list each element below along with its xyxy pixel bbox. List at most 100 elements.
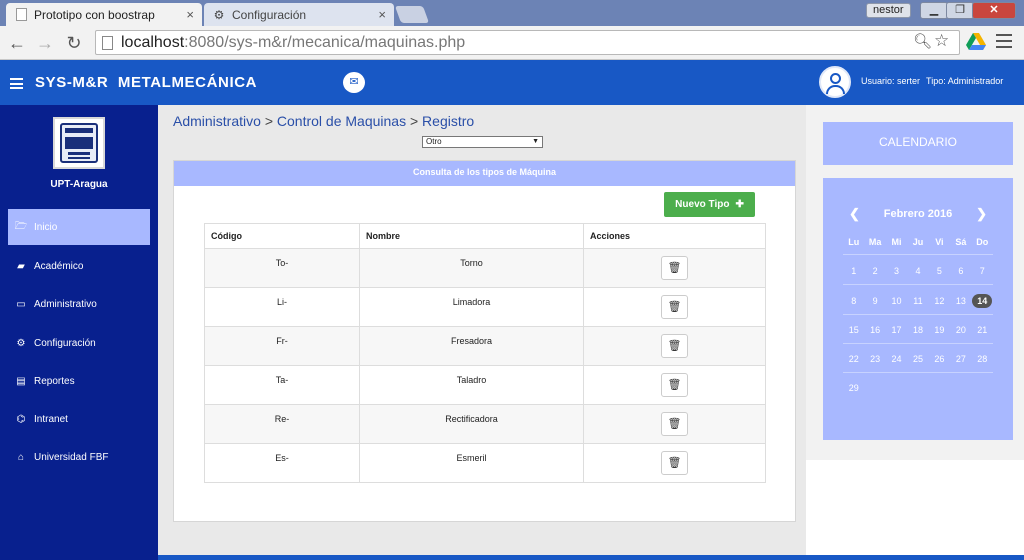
new-tab-button[interactable]	[394, 6, 430, 23]
calendar-day[interactable]: 18	[907, 320, 928, 340]
trash-icon[interactable]: 🗑︎	[661, 412, 688, 436]
calendar-day-today[interactable]: 14	[972, 291, 993, 311]
calendar-week: 15 16 17 18 19 20 21	[843, 320, 993, 340]
google-drive-icon[interactable]	[966, 33, 986, 51]
calendar-day[interactable]: 3	[886, 261, 907, 281]
new-type-button[interactable]: Nuevo Tipo ✚	[664, 192, 755, 217]
table-row: Fr- Fresadora 🗑︎	[204, 326, 766, 366]
machine-type-select[interactable]: Otro ▼	[422, 136, 543, 148]
calendar-day[interactable]: 7	[972, 261, 993, 281]
sidebar-item-label: Intranet	[34, 413, 68, 425]
browser-tab-settings[interactable]: ⚙ Configuración ×	[204, 3, 394, 26]
sidebar-item-universidad[interactable]: ⌂ Universidad FBF	[8, 439, 150, 475]
calendar-day[interactable]: 6	[950, 261, 971, 281]
trash-icon[interactable]: 🗑︎	[661, 373, 688, 397]
calendar-day	[864, 378, 885, 398]
select-value: Otro	[426, 137, 442, 146]
column-header-codigo: Código	[204, 223, 360, 249]
sidebar-item-inicio[interactable]: 🗁 Inicio	[8, 209, 150, 245]
sidebar-item-academico[interactable]: ▰ Académico	[8, 248, 150, 284]
tab-close-icon[interactable]: ×	[186, 7, 194, 22]
chevron-left-icon[interactable]: ❮	[849, 206, 860, 222]
close-window-button[interactable]: ✕	[972, 2, 1016, 19]
calendar-week: 29	[843, 378, 993, 398]
sidebar-item-reportes[interactable]: ▤ Reportes	[8, 363, 150, 399]
app-title: SYS-M&R METALMECÁNICA	[35, 74, 258, 91]
calendar-day	[886, 378, 907, 398]
cell-name: Torno	[359, 248, 584, 288]
calendar-day[interactable]: 26	[929, 349, 950, 369]
reload-button[interactable]: ↻	[63, 32, 85, 54]
calendar-day[interactable]: 27	[950, 349, 971, 369]
calendar-month[interactable]: Febrero 2016	[884, 208, 952, 220]
calendar-day[interactable]: 12	[929, 291, 950, 311]
sidebar-item-administrativo[interactable]: ▭ Administrativo	[8, 286, 150, 322]
calendar-day[interactable]: 20	[950, 320, 971, 340]
calendar-day[interactable]: 4	[907, 261, 928, 281]
calendar-day[interactable]: 1	[843, 261, 864, 281]
calendar-day[interactable]: 28	[972, 349, 993, 369]
calendar-day[interactable]: 13	[950, 291, 971, 311]
cell-actions: 🗑︎	[583, 326, 766, 366]
calendar-weekdays: Lu Ma Mi Ju Vi Sá Do	[843, 232, 993, 252]
calendar-day[interactable]: 25	[907, 349, 928, 369]
cell-code: To-	[204, 248, 360, 288]
calendar-week: 8 9 10 11 12 13 14	[843, 291, 993, 311]
back-button[interactable]: ←	[6, 32, 28, 54]
browser-tab-active[interactable]: Prototipo con boostrap ×	[6, 3, 202, 26]
trash-icon[interactable]: 🗑︎	[661, 334, 688, 358]
trash-icon[interactable]: 🗑︎	[661, 256, 688, 280]
calendar-day[interactable]: 16	[864, 320, 885, 340]
trash-icon[interactable]: 🗑︎	[661, 451, 688, 475]
envelope-icon[interactable]: ✉	[343, 72, 365, 93]
document-icon: ▤	[16, 375, 26, 387]
calendar-day[interactable]: 2	[864, 261, 885, 281]
monitor-icon: ▭	[16, 298, 26, 310]
bookmark-star-icon[interactable]: ☆	[934, 31, 949, 51]
minimize-button[interactable]: ▁	[920, 2, 948, 19]
breadcrumb-item-control[interactable]: Control de Maquinas	[277, 113, 406, 129]
weekday-label: Ma	[868, 237, 882, 247]
hamburger-menu-icon[interactable]	[10, 78, 23, 89]
calendar-day[interactable]: 15	[843, 320, 864, 340]
zoom-icon[interactable]: 🔍︎	[913, 32, 932, 50]
breadcrumb-separator: >	[409, 113, 419, 129]
maximize-button[interactable]: ❐	[946, 2, 974, 19]
sidebar-item-configuracion[interactable]: ⚙ Configuración	[8, 325, 150, 361]
calendar-day[interactable]: 22	[843, 349, 864, 369]
user-avatar[interactable]	[819, 66, 851, 98]
calendar-day[interactable]: 19	[929, 320, 950, 340]
cell-code: Fr-	[204, 326, 360, 366]
breadcrumb-item-registro[interactable]: Registro	[422, 113, 474, 129]
calendar-day[interactable]: 29	[843, 378, 864, 398]
today-badge: 14	[972, 294, 993, 308]
browser-menu-icon[interactable]	[996, 32, 1012, 50]
sidebar-item-intranet[interactable]: ⌬ Intranet	[8, 401, 150, 437]
weekday-label: Lu	[848, 237, 860, 247]
browser-toolbar: ← → ↻ localhost:8080/sys-m&r/mecanica/ma…	[0, 26, 1024, 60]
chevron-right-icon[interactable]: ❯	[976, 206, 987, 222]
profile-button[interactable]: nestor	[866, 3, 911, 18]
breadcrumb-item-administrativo[interactable]: Administrativo	[173, 113, 261, 129]
calendar-day[interactable]: 8	[843, 291, 864, 311]
calendar-day	[907, 378, 928, 398]
trash-icon[interactable]: 🗑︎	[661, 295, 688, 319]
calendar-day[interactable]: 17	[886, 320, 907, 340]
calendar-day[interactable]: 11	[907, 291, 928, 311]
calendar-day[interactable]: 5	[929, 261, 950, 281]
tab-close-icon[interactable]: ×	[378, 7, 386, 22]
calendar-day[interactable]: 24	[886, 349, 907, 369]
table-row: To- Torno 🗑︎	[204, 248, 766, 288]
calendar-day[interactable]: 21	[972, 320, 993, 340]
forward-button[interactable]: →	[34, 32, 56, 54]
calendar-day[interactable]: 9	[864, 291, 885, 311]
calendar-day[interactable]: 10	[886, 291, 907, 311]
cell-code: Li-	[204, 287, 360, 327]
sidebar-item-label: Configuración	[34, 337, 96, 349]
calendar-day	[929, 378, 950, 398]
calendar-day[interactable]: 23	[864, 349, 885, 369]
cell-name: Rectificadora	[359, 404, 584, 444]
machine-types-table: Código Nombre Acciones To- Torno 🗑︎ Li- …	[204, 223, 766, 483]
address-bar[interactable]: localhost:8080/sys-m&r/mecanica/maquinas…	[95, 30, 960, 55]
calendar-week: 22 23 24 25 26 27 28	[843, 349, 993, 369]
